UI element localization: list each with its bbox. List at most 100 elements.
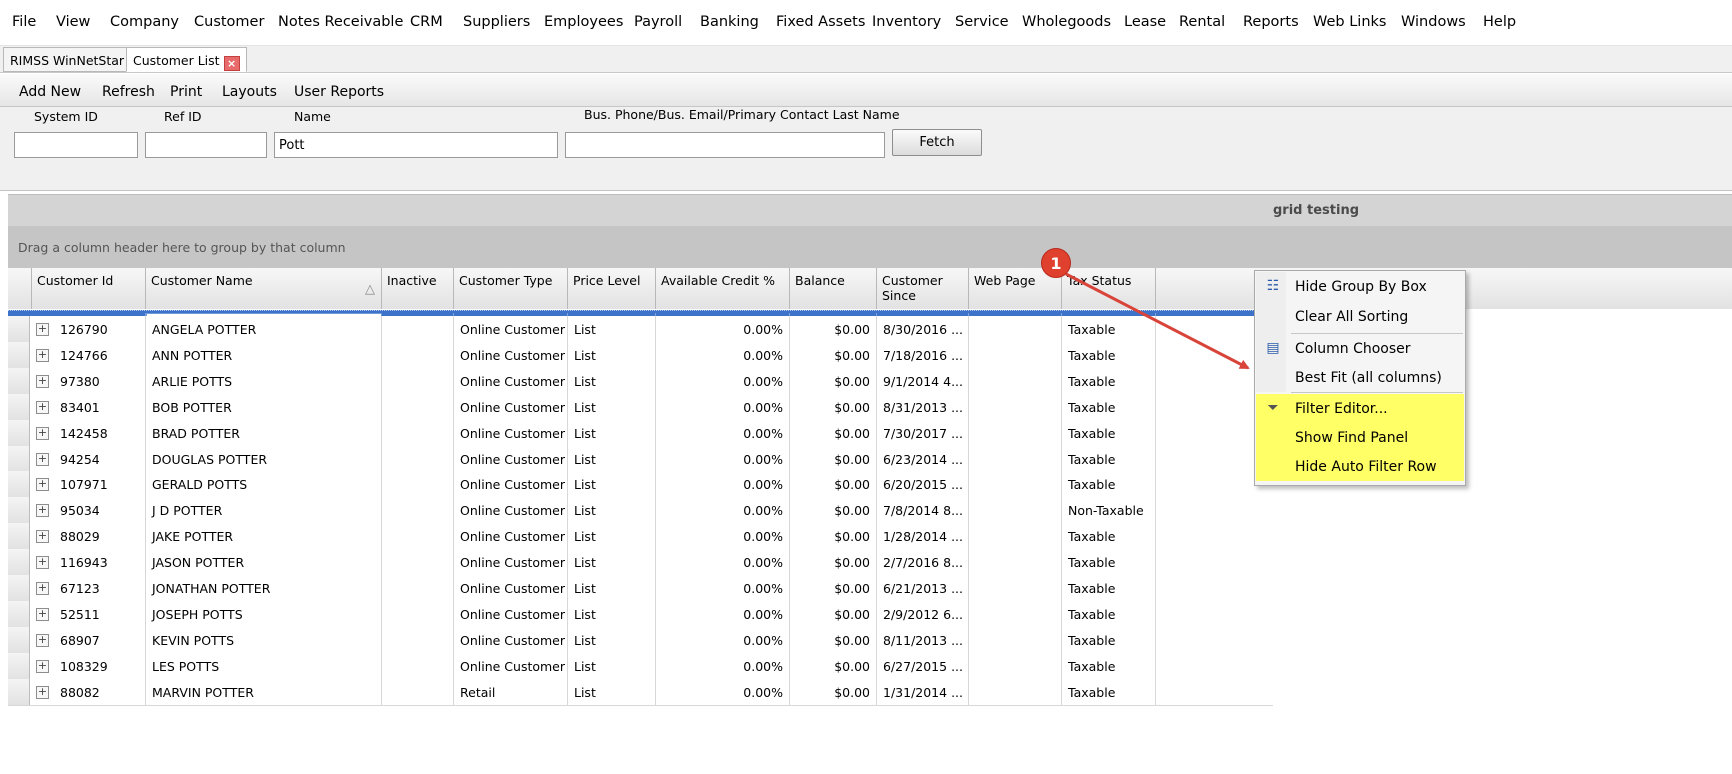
- cell-web-page[interactable]: [969, 445, 1062, 472]
- column-header-inactive[interactable]: Inactive: [382, 268, 454, 309]
- cell-customer-id[interactable]: +52511: [32, 600, 146, 627]
- cell-customer-id[interactable]: +108329: [32, 652, 146, 679]
- tab-customer-list[interactable]: Customer List ×: [126, 47, 247, 72]
- cell-customer-id[interactable]: +88082: [32, 678, 146, 705]
- cell-web-page[interactable]: [969, 678, 1062, 705]
- table-row[interactable]: +68907 KEVIN POTTS Online Customer List 0.00…: [8, 626, 1273, 654]
- menu-company[interactable]: Company: [110, 14, 179, 30]
- menu-lease[interactable]: Lease: [1124, 14, 1166, 30]
- column-header-customer-name[interactable]: Customer Name △: [146, 268, 382, 309]
- cell-available-credit-[interactable]: 0.00%: [656, 575, 790, 601]
- cell-customer-name[interactable]: BOB POTTER: [146, 393, 382, 420]
- cell-price-level[interactable]: List: [568, 600, 656, 627]
- row-indicator[interactable]: [8, 497, 30, 524]
- cell-available-credit-[interactable]: 0.00%: [656, 471, 790, 498]
- row-indicator[interactable]: [8, 652, 30, 679]
- cell-inactive[interactable]: [382, 600, 454, 627]
- cell-inactive[interactable]: [382, 497, 454, 524]
- cell-inactive[interactable]: [382, 575, 454, 601]
- cell-price-level[interactable]: List: [568, 549, 656, 576]
- name-field[interactable]: Pott: [274, 132, 558, 158]
- cell-price-level[interactable]: List: [568, 471, 656, 498]
- row-indicator[interactable]: [8, 549, 30, 576]
- menu-reports[interactable]: Reports: [1243, 14, 1299, 30]
- cell-inactive[interactable]: [382, 419, 454, 446]
- cell-customer-id[interactable]: +124766: [32, 341, 146, 368]
- cell-balance[interactable]: $0.00: [790, 523, 877, 550]
- cell-inactive[interactable]: [382, 652, 454, 679]
- cell-customer-name[interactable]: JASON POTTER: [146, 549, 382, 576]
- expand-row-icon[interactable]: +: [36, 607, 49, 621]
- cell-customer-id[interactable]: +142458: [32, 419, 146, 446]
- clear-all-sorting-item[interactable]: Clear All Sorting: [1256, 302, 1464, 331]
- column-header-customer-id[interactable]: Customer Id: [32, 268, 146, 309]
- cell-web-page[interactable]: [969, 523, 1062, 550]
- menu-wholegoods[interactable]: Wholegoods: [1022, 14, 1111, 30]
- menu-web-links[interactable]: Web Links: [1313, 14, 1386, 30]
- cell-customer-type[interactable]: Online Customer: [454, 600, 568, 627]
- layouts-button[interactable]: Layouts: [222, 84, 277, 100]
- row-indicator[interactable]: [8, 316, 30, 342]
- cell-web-page[interactable]: [969, 471, 1062, 498]
- cell-balance[interactable]: $0.00: [790, 445, 877, 472]
- menu-crm[interactable]: CRM: [410, 14, 443, 30]
- cell-available-credit-[interactable]: 0.00%: [656, 523, 790, 550]
- cell-customer-since[interactable]: 9/1/2014 4...: [877, 367, 969, 394]
- cell-customer-id[interactable]: +95034: [32, 497, 146, 524]
- cell-tax-status[interactable]: Taxable: [1062, 316, 1156, 342]
- cell-customer-name[interactable]: MARVIN POTTER: [146, 678, 382, 705]
- cell-price-level[interactable]: List: [568, 678, 656, 705]
- table-row[interactable]: +108329 LES POTTS Online Customer List 0.00%…: [8, 652, 1273, 680]
- cell-price-level[interactable]: List: [568, 523, 656, 550]
- menu-rental[interactable]: Rental: [1179, 14, 1225, 30]
- table-row[interactable]: +107971 GERALD POTTS Online Customer List 0.…: [8, 471, 1273, 499]
- cell-inactive[interactable]: [382, 626, 454, 653]
- cell-customer-name[interactable]: BRAD POTTER: [146, 419, 382, 446]
- group-by-box[interactable]: Drag a column header here to group by th…: [8, 226, 1732, 268]
- cell-web-page[interactable]: [969, 316, 1062, 342]
- column-header-balance[interactable]: Balance: [790, 268, 877, 309]
- cell-tax-status[interactable]: Taxable: [1062, 678, 1156, 705]
- cell-web-page[interactable]: [969, 626, 1062, 653]
- menu-help[interactable]: Help: [1483, 14, 1516, 30]
- row-indicator[interactable]: [8, 419, 30, 446]
- close-tab-icon[interactable]: ×: [223, 56, 240, 71]
- table-row[interactable]: +83401 BOB POTTER Online Customer List 0.00%…: [8, 393, 1273, 421]
- cell-balance[interactable]: $0.00: [790, 626, 877, 653]
- cell-customer-name[interactable]: LES POTTS: [146, 652, 382, 679]
- menu-employees[interactable]: Employees: [544, 14, 623, 30]
- contact-field[interactable]: [565, 132, 885, 158]
- cell-customer-since[interactable]: 7/30/2017 ...: [877, 419, 969, 446]
- table-row[interactable]: +67123 JONATHAN POTTER Online Customer List…: [8, 575, 1273, 602]
- cell-available-credit-[interactable]: 0.00%: [656, 367, 790, 394]
- hide-auto-filter-row-item[interactable]: Hide Auto Filter Row: [1256, 452, 1464, 481]
- cell-web-page[interactable]: [969, 575, 1062, 601]
- row-indicator[interactable]: [8, 393, 30, 420]
- table-row[interactable]: +95034 J D POTTER Online Customer List 0.00%…: [8, 497, 1273, 525]
- cell-tax-status[interactable]: Taxable: [1062, 626, 1156, 653]
- cell-web-page[interactable]: [969, 497, 1062, 524]
- cell-customer-name[interactable]: JONATHAN POTTER: [146, 575, 382, 601]
- cell-customer-since[interactable]: 8/11/2013 ...: [877, 626, 969, 653]
- user-reports-button[interactable]: User Reports: [294, 84, 384, 100]
- cell-customer-since[interactable]: 8/30/2016 ...: [877, 316, 969, 342]
- cell-tax-status[interactable]: Taxable: [1062, 341, 1156, 368]
- menu-windows[interactable]: Windows: [1401, 14, 1466, 30]
- table-row[interactable]: +124766 ANN POTTER Online Customer List 0.00…: [8, 341, 1273, 369]
- column-header-tax-status[interactable]: Tax Status: [1062, 268, 1156, 309]
- cell-price-level[interactable]: List: [568, 445, 656, 472]
- cell-web-page[interactable]: [969, 549, 1062, 576]
- cell-tax-status[interactable]: Taxable: [1062, 549, 1156, 576]
- cell-customer-name[interactable]: GERALD POTTS: [146, 471, 382, 498]
- menu-notes-receivable[interactable]: Notes Receivable: [278, 14, 403, 30]
- cell-available-credit-[interactable]: 0.00%: [656, 497, 790, 524]
- cell-price-level[interactable]: List: [568, 393, 656, 420]
- cell-price-level[interactable]: List: [568, 367, 656, 394]
- expand-row-icon[interactable]: +: [36, 556, 49, 570]
- menu-file[interactable]: File: [12, 14, 36, 30]
- best-fit-item[interactable]: Best Fit (all columns): [1256, 363, 1464, 392]
- cell-inactive[interactable]: [382, 445, 454, 472]
- cell-web-page[interactable]: [969, 367, 1062, 394]
- cell-balance[interactable]: $0.00: [790, 652, 877, 679]
- menu-service[interactable]: Service: [955, 14, 1009, 30]
